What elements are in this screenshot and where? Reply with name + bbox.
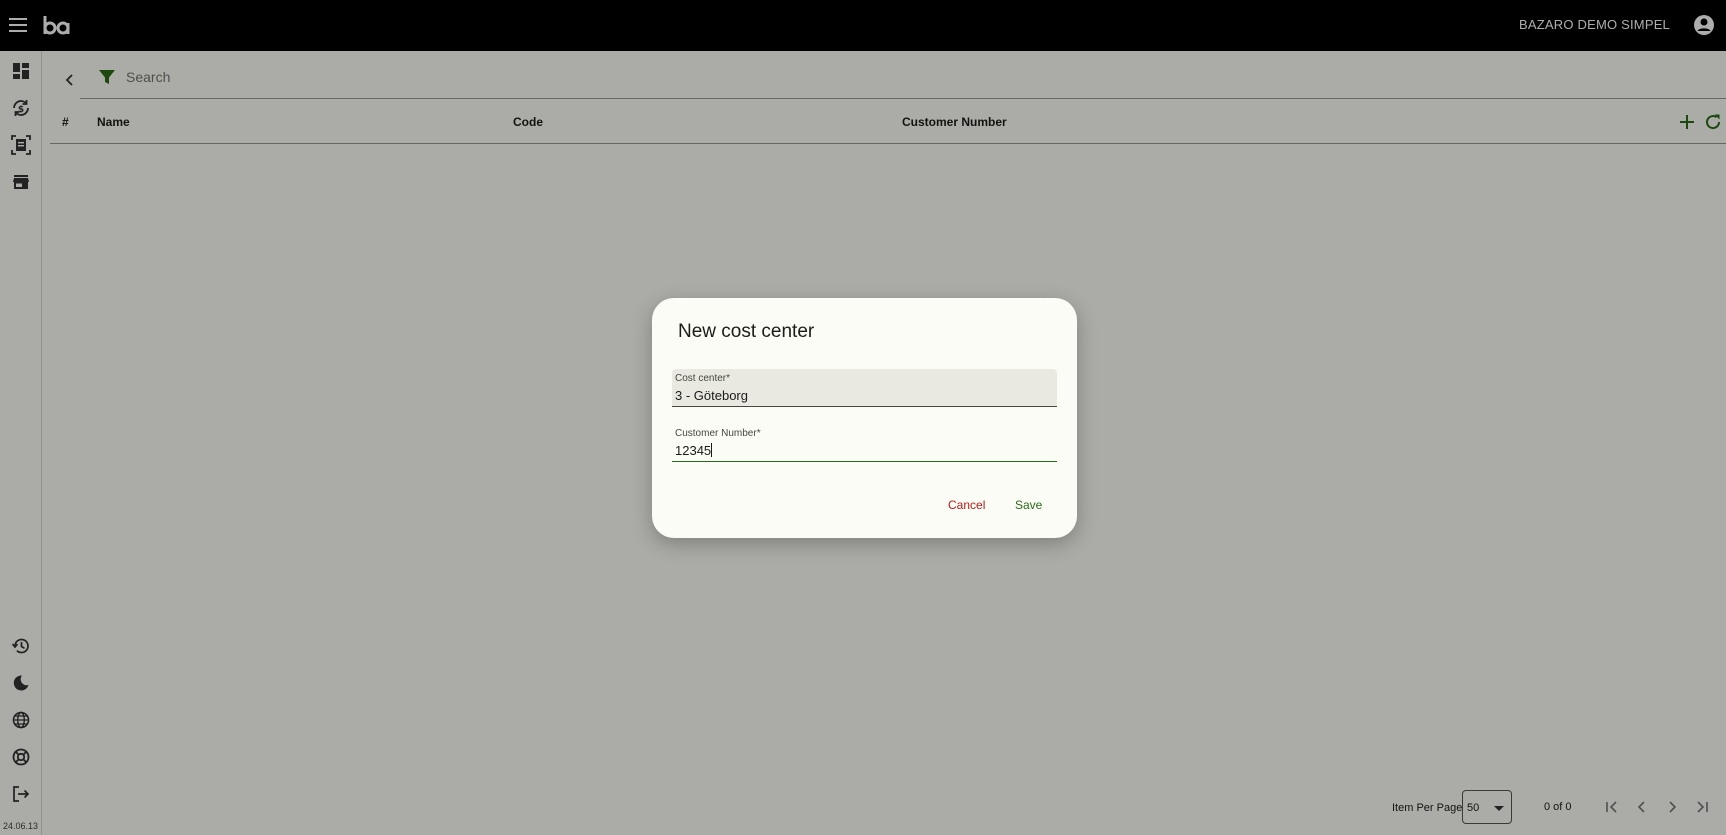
new-cost-center-dialog: New cost center Cost center* 3 - Götebor… [652, 298, 1077, 538]
cancel-button[interactable]: Cancel [948, 498, 985, 512]
customer-number-label: Customer Number* [675, 428, 761, 439]
customer-number-field[interactable]: Customer Number* 12345 [672, 424, 1057, 462]
cost-center-select[interactable]: Cost center* 3 - Göteborg [672, 369, 1057, 407]
customer-number-input[interactable]: 12345 [675, 443, 713, 458]
customer-number-value: 12345 [675, 443, 712, 458]
dialog-title: New cost center [678, 321, 815, 342]
cost-center-label: Cost center* [675, 373, 731, 384]
save-button[interactable]: Save [1015, 498, 1042, 512]
text-cursor [711, 443, 713, 457]
cost-center-value: 3 - Göteborg [675, 388, 748, 403]
